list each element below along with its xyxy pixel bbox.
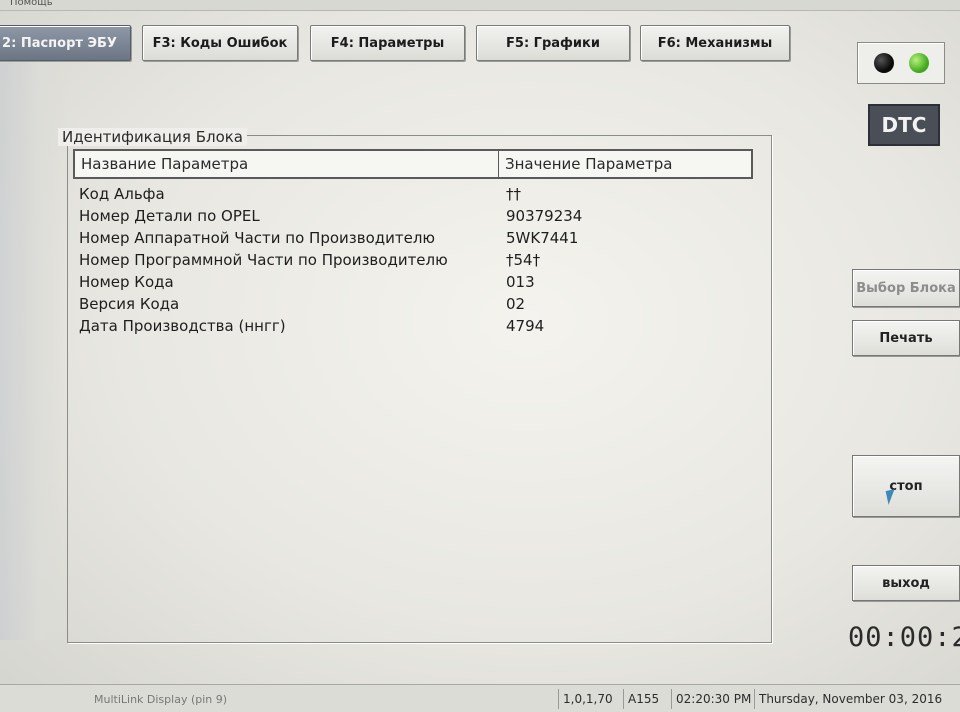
- param-value: †54†: [506, 251, 541, 269]
- param-name: Номер Программной Части по Производителю: [79, 251, 448, 269]
- tab-error-codes[interactable]: F3: Коды Ошибок: [142, 25, 298, 61]
- param-name: Версия Кода: [79, 295, 180, 313]
- tab-mechanisms[interactable]: F6: Механизмы: [640, 25, 790, 61]
- param-name: Дата Производства (ннгг): [79, 317, 286, 335]
- column-header-value[interactable]: Значение Параметра: [499, 151, 751, 177]
- param-value: 4794: [506, 317, 545, 335]
- param-name: Номер Детали по OPEL: [79, 207, 260, 225]
- select-block-button[interactable]: Выбор Блока: [852, 269, 960, 307]
- table-row[interactable]: Номер Кода 013: [73, 271, 753, 293]
- menu-help[interactable]: Помощь: [10, 0, 53, 8]
- status-time: 02:20:30 PM: [671, 689, 755, 709]
- status-lights-panel: [857, 42, 945, 84]
- param-value: ††: [506, 185, 521, 203]
- column-header-name[interactable]: Название Параметра: [75, 151, 499, 177]
- parameters-table: Название Параметра Значение Параметра Ко…: [73, 149, 753, 337]
- table-row[interactable]: Версия Кода 02: [73, 293, 753, 315]
- param-value: 02: [506, 295, 526, 313]
- tab-parameters[interactable]: F4: Параметры: [310, 25, 465, 61]
- status-light-green: [909, 53, 929, 73]
- status-date: Thursday, November 03, 2016: [754, 689, 946, 709]
- status-version: 1,0,1,70: [558, 689, 617, 709]
- print-button[interactable]: Печать: [852, 320, 960, 356]
- status-bar: MultiLink Display (pin 9) 1,0,1,70 A155 …: [0, 684, 960, 712]
- table-header: Название Параметра Значение Параметра: [73, 149, 753, 179]
- stop-button[interactable]: стоп: [852, 455, 960, 517]
- param-name: Код Альфа: [79, 185, 165, 203]
- param-name: Номер Аппаратной Части по Производителю: [79, 229, 436, 247]
- param-value: 90379234: [506, 207, 583, 225]
- table-row[interactable]: Номер Программной Части по Производителю…: [73, 249, 753, 271]
- elapsed-timer: 00:00:25: [848, 622, 960, 653]
- param-value: 5WK7441: [506, 229, 579, 247]
- table-body: Код Альфа †† Номер Детали по OPEL 903792…: [73, 183, 753, 337]
- param-name: Номер Кода: [79, 273, 174, 291]
- status-light-off: [874, 53, 894, 73]
- exit-button[interactable]: выход: [852, 565, 960, 601]
- menu-bar: Помощь: [0, 0, 960, 11]
- dtc-badge: DTC: [868, 104, 940, 146]
- param-value: 013: [506, 273, 535, 291]
- table-row[interactable]: Номер Детали по OPEL 90379234: [73, 205, 753, 227]
- tab-graphs[interactable]: F5: Графики: [476, 25, 630, 61]
- table-row[interactable]: Номер Аппаратной Части по Производителю …: [73, 227, 753, 249]
- table-row[interactable]: Код Альфа ††: [73, 183, 753, 205]
- status-code: A155: [623, 689, 663, 709]
- table-row[interactable]: Дата Производства (ннгг) 4794: [73, 315, 753, 337]
- tab-ecu-passport[interactable]: 2: Паспорт ЭБУ: [0, 25, 131, 61]
- status-interface: MultiLink Display (pin 9): [94, 692, 228, 706]
- groupbox-title: Идентификация Блока: [58, 128, 247, 146]
